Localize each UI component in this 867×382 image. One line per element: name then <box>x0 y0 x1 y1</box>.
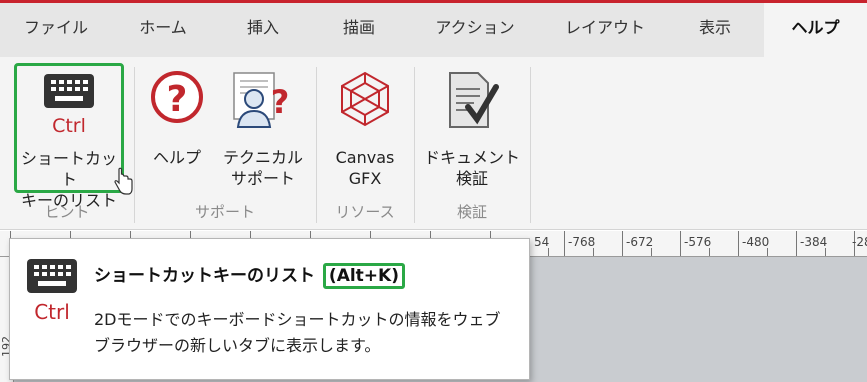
shortcut-key-list-button[interactable]: Ctrl ショートカット キーのリスト <box>14 63 124 210</box>
help-label: ヘルプ <box>152 148 201 167</box>
ruler-label: 54 <box>534 235 550 249</box>
svg-text:?: ? <box>271 83 290 121</box>
group-label-hint: ヒント <box>44 203 90 221</box>
technical-support-label: テクニカル サポート <box>222 148 303 188</box>
ruler-label: -672 <box>626 235 654 249</box>
document-check-icon <box>444 69 500 135</box>
group-separator <box>530 67 531 223</box>
ruler-label: -480 <box>742 235 770 249</box>
tooltip-description: 2Dモードでのキーボードショートカットの情報をウェブブラウザーの新しいタブに表示… <box>94 310 501 355</box>
tooltip-title: ショートカットキーのリスト (Alt+K) <box>94 261 405 289</box>
svg-text:?: ? <box>167 79 188 120</box>
group-separator <box>134 67 135 223</box>
group-label-verify: 検証 <box>456 203 487 221</box>
svg-text:Ctrl: Ctrl <box>34 300 70 323</box>
group-separator <box>316 67 317 223</box>
document-verification-button[interactable]: ドキュメント 検証 <box>420 63 524 191</box>
shortcut-list-tooltip: Ctrl ショートカットキーのリスト (Alt+K) 2Dモードでのキーボードシ… <box>9 238 530 380</box>
keyboard-ctrl-icon: Ctrl <box>40 72 98 140</box>
document-verification-label: ドキュメント 検証 <box>423 148 520 188</box>
keyboard-ctrl-icon: Ctrl <box>22 257 82 327</box>
tab-insert[interactable]: 挿入 <box>220 3 306 57</box>
question-mark-icon: ? <box>149 69 205 129</box>
canvas-gfx-button[interactable]: Canvas GFX <box>322 63 408 191</box>
group-separator <box>414 67 415 223</box>
group-label-support: サポート <box>194 203 255 221</box>
ruler-label: -576 <box>684 235 712 249</box>
canvas-gfx-label: Canvas GFX <box>335 148 395 188</box>
tab-layout[interactable]: レイアウト <box>545 3 665 57</box>
ribbon-panel: Ctrl ショートカット キーのリスト ? ヘルプ ? テクニカル サポート C… <box>0 57 867 230</box>
tab-draw[interactable]: 描画 <box>316 3 402 57</box>
tab-view[interactable]: 表示 <box>675 3 755 57</box>
ruler-label: -28 <box>852 235 867 249</box>
help-button[interactable]: ? ヘルプ <box>140 63 214 191</box>
tooltip-shortcut-key: (Alt+K) <box>322 263 405 289</box>
support-person-icon: ? <box>232 69 294 135</box>
tab-home[interactable]: ホーム <box>115 3 211 57</box>
tab-file[interactable]: ファイル <box>8 3 104 57</box>
canvas-gfx-logo-icon <box>336 69 394 133</box>
svg-text:Ctrl: Ctrl <box>52 115 86 136</box>
ruler-label: -768 <box>568 235 596 249</box>
tab-action[interactable]: アクション <box>420 3 530 57</box>
ruler-label: -384 <box>800 235 828 249</box>
tab-help[interactable]: ヘルプ <box>764 3 867 57</box>
technical-support-button[interactable]: ? テクニカル サポート <box>220 63 306 191</box>
group-label-resources: リソース <box>335 203 395 221</box>
tooltip-title-text: ショートカットキーのリスト <box>94 266 315 286</box>
ribbon-tab-bar: ファイル ホーム 挿入 描画 アクション レイアウト 表示 ヘルプ <box>0 3 867 57</box>
hand-cursor-icon <box>114 167 133 195</box>
